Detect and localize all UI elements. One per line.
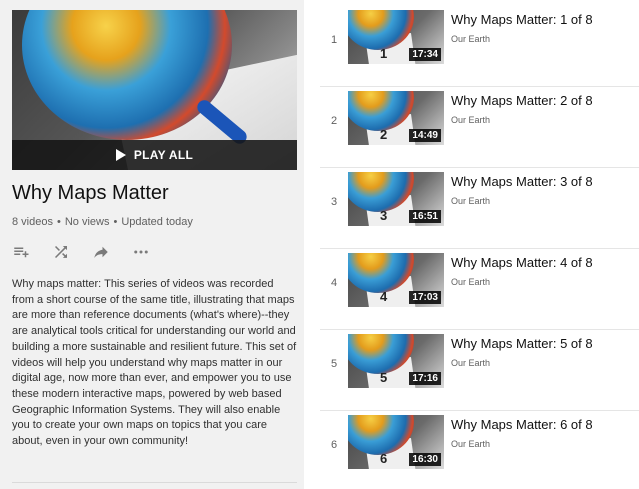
- playlist-actions: [12, 243, 150, 261]
- more-options-button[interactable]: [132, 243, 150, 261]
- thumbnail-number: 5: [380, 370, 388, 385]
- video-title[interactable]: Why Maps Matter: 2 of 8: [451, 93, 593, 108]
- thumbnail-number: 2: [380, 127, 388, 142]
- video-thumbnail[interactable]: 3 16:51: [348, 172, 444, 226]
- video-duration: 17:16: [409, 372, 441, 385]
- add-to-queue-icon: [14, 247, 29, 258]
- divider: [320, 410, 639, 411]
- playlist-video-list: 1 1 17:34 Why Maps Matter: 1 of 8 Our Ea…: [304, 0, 639, 489]
- video-duration: 17:03: [409, 291, 441, 304]
- video-index: 2: [330, 115, 338, 127]
- divider: [320, 167, 639, 168]
- divider: [320, 86, 639, 87]
- more-icon: [134, 250, 148, 254]
- video-title[interactable]: Why Maps Matter: 5 of 8: [451, 336, 593, 351]
- video-channel[interactable]: Our Earth: [451, 277, 490, 287]
- video-thumbnail[interactable]: 6 16:30: [348, 415, 444, 469]
- thumbnail-number: 1: [380, 46, 388, 61]
- play-icon: [115, 149, 126, 161]
- video-thumbnail[interactable]: 4 17:03: [348, 253, 444, 307]
- playlist-thumbnail[interactable]: PLAY ALL: [12, 10, 297, 170]
- video-thumbnail[interactable]: 5 17:16: [348, 334, 444, 388]
- video-title[interactable]: Why Maps Matter: 3 of 8: [451, 174, 593, 189]
- video-title[interactable]: Why Maps Matter: 6 of 8: [451, 417, 593, 432]
- playlist-video-item[interactable]: 4 4 17:03 Why Maps Matter: 4 of 8 Our Ea…: [304, 253, 639, 334]
- divider: [320, 329, 639, 330]
- playlist-sidebar: PLAY ALL Why Maps Matter 8 videos • No v…: [0, 0, 304, 489]
- divider: [320, 248, 639, 249]
- video-index: 1: [330, 34, 338, 46]
- updated-date: Updated today: [121, 216, 193, 228]
- share-button[interactable]: [92, 243, 110, 261]
- video-channel[interactable]: Our Earth: [451, 115, 490, 125]
- stats-separator: •: [113, 216, 118, 228]
- divider: [12, 482, 297, 483]
- view-count: No views: [64, 216, 110, 228]
- video-index: 4: [330, 277, 338, 289]
- video-channel[interactable]: Our Earth: [451, 34, 490, 44]
- video-channel[interactable]: Our Earth: [451, 439, 490, 449]
- video-duration: 14:49: [409, 129, 441, 142]
- video-duration: 17:34: [409, 48, 441, 61]
- video-count: 8 videos: [12, 216, 53, 228]
- thumbnail-number: 6: [380, 451, 388, 466]
- video-channel[interactable]: Our Earth: [451, 196, 490, 206]
- video-duration: 16:30: [409, 453, 441, 466]
- stats-separator: •: [56, 216, 61, 228]
- video-index: 6: [330, 439, 338, 451]
- thumbnail-number: 3: [380, 208, 388, 223]
- playlist-video-item[interactable]: 1 1 17:34 Why Maps Matter: 1 of 8 Our Ea…: [304, 10, 639, 91]
- playlist-video-item[interactable]: 2 2 14:49 Why Maps Matter: 2 of 8 Our Ea…: [304, 91, 639, 172]
- video-channel[interactable]: Our Earth: [451, 358, 490, 368]
- shuffle-button[interactable]: [52, 243, 70, 261]
- play-all-button[interactable]: PLAY ALL: [12, 140, 297, 170]
- play-all-label: PLAY ALL: [133, 148, 194, 162]
- video-title[interactable]: Why Maps Matter: 4 of 8: [451, 255, 593, 270]
- video-index: 5: [330, 358, 338, 370]
- playlist-stats: 8 videos • No views • Updated today: [12, 216, 193, 228]
- video-thumbnail[interactable]: 2 14:49: [348, 91, 444, 145]
- playlist-video-item[interactable]: 3 3 16:51 Why Maps Matter: 3 of 8 Our Ea…: [304, 172, 639, 253]
- video-duration: 16:51: [409, 210, 441, 223]
- shuffle-icon: [55, 246, 67, 258]
- playlist-title: Why Maps Matter: [12, 182, 169, 204]
- video-title[interactable]: Why Maps Matter: 1 of 8: [451, 12, 593, 27]
- playlist-video-item[interactable]: 6 6 16:30 Why Maps Matter: 6 of 8 Our Ea…: [304, 415, 639, 489]
- video-index: 3: [330, 196, 338, 208]
- playlist-video-item[interactable]: 5 5 17:16 Why Maps Matter: 5 of 8 Our Ea…: [304, 334, 639, 415]
- add-to-queue-button[interactable]: [12, 243, 30, 261]
- video-thumbnail[interactable]: 1 17:34: [348, 10, 444, 64]
- thumbnail-number: 4: [380, 289, 388, 304]
- share-icon: [94, 246, 108, 258]
- playlist-description: Why maps matter: This series of videos w…: [12, 278, 297, 448]
